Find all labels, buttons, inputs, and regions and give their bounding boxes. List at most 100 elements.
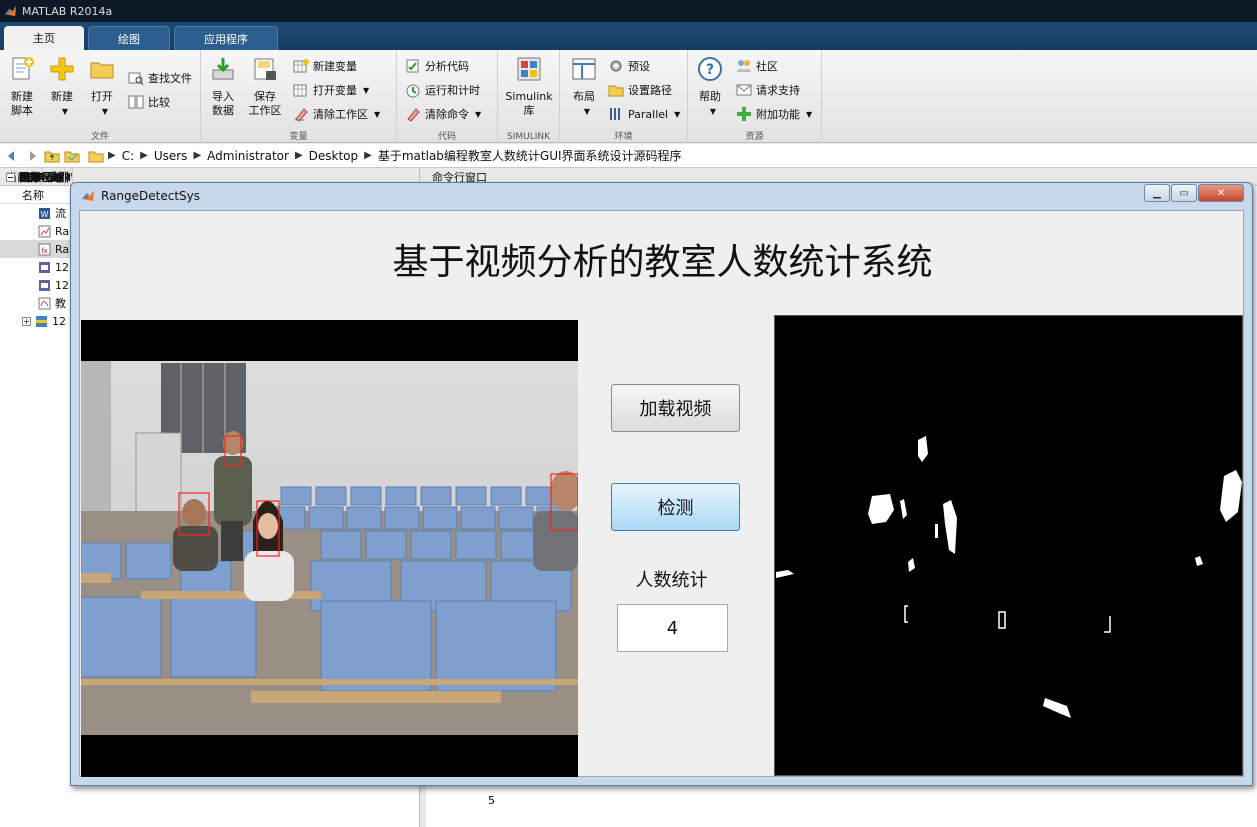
clear-commands-button[interactable]: 清除命令 ▼ bbox=[405, 104, 481, 124]
forward-arrow-icon[interactable] bbox=[24, 148, 40, 164]
figure-title: RangeDetectSys bbox=[101, 189, 201, 203]
open-variable-dropdown-icon[interactable]: ▼ bbox=[363, 86, 369, 95]
layout-button[interactable]: 布局 ▼ bbox=[562, 56, 606, 119]
parallel-dropdown-icon[interactable]: ▼ bbox=[674, 110, 680, 119]
list-item-label: Ra bbox=[55, 242, 70, 256]
compare-button[interactable]: 比较 bbox=[128, 92, 170, 112]
open-button[interactable]: 打开 ▼ bbox=[80, 56, 124, 119]
maximize-icon: ▭ bbox=[1179, 187, 1189, 199]
community-button[interactable]: 社区 bbox=[736, 56, 778, 76]
save-workspace-button[interactable]: 保存 工作区 bbox=[243, 56, 287, 118]
clear-workspace-button[interactable]: 清除工作区 ▼ bbox=[293, 104, 380, 124]
collapse-icon[interactable]: − bbox=[6, 172, 15, 182]
find-files-button[interactable]: 查找文件 bbox=[128, 68, 192, 88]
help-dropdown-icon[interactable]: ▼ bbox=[710, 105, 716, 119]
breadcrumb-users[interactable]: Users bbox=[154, 149, 188, 163]
parallel-button[interactable]: Parallel ▼ bbox=[608, 104, 680, 124]
breadcrumb-c[interactable]: C: bbox=[122, 149, 134, 163]
preferences-button[interactable]: 预设 bbox=[608, 56, 650, 76]
run-and-time-label: 运行和计时 bbox=[425, 84, 480, 97]
tree-group-360zip[interactable]: −360压缩 bbox=[0, 168, 65, 186]
layout-icon bbox=[572, 58, 596, 80]
svg-text:?: ? bbox=[706, 62, 714, 78]
figure-window: RangeDetectSys ▁ ▭ ✕ 基于视频分析的教室人数统计系统 加载视… bbox=[70, 182, 1253, 786]
load-video-button[interactable]: 加载视频 bbox=[611, 384, 740, 432]
run-and-time-button[interactable]: 运行和计时 bbox=[405, 80, 480, 100]
video-axes bbox=[81, 320, 578, 777]
analyze-code-label: 分析代码 bbox=[425, 60, 469, 73]
new-button[interactable]: 新建 ▼ bbox=[40, 56, 84, 119]
clear-workspace-dropdown-icon[interactable]: ▼ bbox=[374, 110, 380, 119]
open-dropdown-icon[interactable]: ▼ bbox=[102, 105, 108, 119]
expand-icon[interactable]: + bbox=[22, 316, 31, 326]
new-dropdown-icon[interactable]: ▼ bbox=[62, 105, 68, 119]
maximize-button[interactable]: ▭ bbox=[1171, 184, 1197, 202]
simulink-library-button[interactable]: Simulink 库 bbox=[503, 56, 555, 118]
list-item-label: 流 bbox=[55, 207, 66, 220]
request-support-button[interactable]: 请求支持 bbox=[736, 80, 800, 100]
browse-folder-icon[interactable] bbox=[64, 148, 80, 164]
matlab-logo-icon bbox=[4, 5, 17, 16]
clear-workspace-label: 清除工作区 bbox=[313, 108, 368, 121]
new-variable-button[interactable]: 新建变量 bbox=[293, 56, 357, 76]
detect-button[interactable]: 检测 bbox=[611, 483, 740, 531]
group-resources: ? 帮助 ▼ 社区 请求支持 附加功能 ▼ 资源 bbox=[688, 50, 822, 143]
address-bar: ▶ C: ▶ Users ▶ Administrator ▶ Desktop ▶… bbox=[0, 144, 1257, 168]
mp4-file-icon bbox=[39, 261, 50, 273]
breadcrumb-administrator[interactable]: Administrator bbox=[207, 149, 289, 163]
new-plus-icon bbox=[50, 57, 74, 81]
tab-plots[interactable]: 绘图 bbox=[88, 26, 170, 50]
minimize-button[interactable]: ▁ bbox=[1144, 184, 1170, 202]
run-and-time-icon bbox=[406, 84, 420, 98]
list-item-label: 12 bbox=[55, 278, 69, 292]
figure-client-area: 基于视频分析的教室人数统计系统 加载视频 检测 人数统计 4 bbox=[79, 210, 1244, 777]
analyze-code-button[interactable]: 分析代码 bbox=[405, 56, 469, 76]
layout-dropdown-icon[interactable]: ▼ bbox=[584, 105, 590, 119]
add-ons-dropdown-icon[interactable]: ▼ bbox=[806, 110, 812, 119]
import-data-button[interactable]: 导入 数据 bbox=[201, 56, 245, 118]
parallel-icon bbox=[610, 108, 620, 120]
back-arrow-icon[interactable] bbox=[4, 148, 20, 164]
people-count-field[interactable]: 4 bbox=[617, 604, 728, 652]
request-support-icon bbox=[736, 84, 752, 96]
folder-open-icon bbox=[90, 62, 114, 79]
breadcrumb-project-folder[interactable]: 基于matlab编程教室人数统计GUI界面系统设计源码程序 bbox=[378, 147, 682, 164]
tab-home[interactable]: 主页 bbox=[4, 26, 84, 50]
compare-icon bbox=[128, 95, 144, 109]
open-variable-icon bbox=[293, 84, 307, 97]
compare-label: 比较 bbox=[148, 96, 170, 109]
add-ons-button[interactable]: 附加功能 ▼ bbox=[736, 104, 812, 124]
request-support-label: 请求支持 bbox=[756, 84, 800, 97]
open-variable-button[interactable]: 打开变量 ▼ bbox=[293, 80, 369, 100]
group-file: 新建 脚本 新建 ▼ 打开 ▼ 查找文件 比较 文件 bbox=[0, 50, 201, 143]
group-environment: 布局 ▼ 预设 设置路径 Parallel ▼ 环境 bbox=[560, 50, 688, 143]
help-label: 帮助 bbox=[699, 90, 721, 103]
classroom-video-image bbox=[81, 361, 578, 735]
breadcrumb-desktop[interactable]: Desktop bbox=[309, 149, 359, 163]
new-script-button[interactable]: 新建 脚本 bbox=[0, 56, 44, 118]
set-path-button[interactable]: 设置路径 bbox=[608, 80, 672, 100]
set-path-label: 设置路径 bbox=[628, 84, 672, 97]
analyze-code-icon bbox=[406, 59, 419, 73]
add-ons-plus-icon bbox=[737, 107, 751, 121]
group-simulink: Simulink 库 SIMULINK bbox=[498, 50, 560, 143]
preferences-label: 预设 bbox=[628, 60, 650, 73]
new-variable-label: 新建变量 bbox=[313, 60, 357, 73]
group-code-label: 代码 bbox=[437, 132, 456, 142]
people-count-label: 人数统计 bbox=[635, 570, 708, 591]
list-item-label: 12 bbox=[55, 260, 69, 274]
help-button[interactable]: ? 帮助 ▼ bbox=[688, 56, 732, 119]
add-ons-label: 附加功能 bbox=[756, 108, 800, 121]
simulink-library-icon bbox=[517, 57, 541, 81]
up-folder-icon[interactable] bbox=[44, 148, 60, 164]
group-variable-label: 变量 bbox=[289, 132, 308, 142]
ribbon-tab-bar: 主页 绘图 应用程序 bbox=[0, 22, 1257, 50]
close-button[interactable]: ✕ bbox=[1198, 184, 1244, 202]
import-data-icon bbox=[212, 58, 234, 80]
clear-commands-dropdown-icon[interactable]: ▼ bbox=[475, 110, 481, 119]
community-label: 社区 bbox=[756, 60, 778, 73]
video-frame bbox=[81, 361, 578, 735]
tab-apps[interactable]: 应用程序 bbox=[174, 26, 278, 50]
m-file-icon: fx bbox=[38, 243, 51, 255]
clear-workspace-icon bbox=[295, 108, 308, 122]
